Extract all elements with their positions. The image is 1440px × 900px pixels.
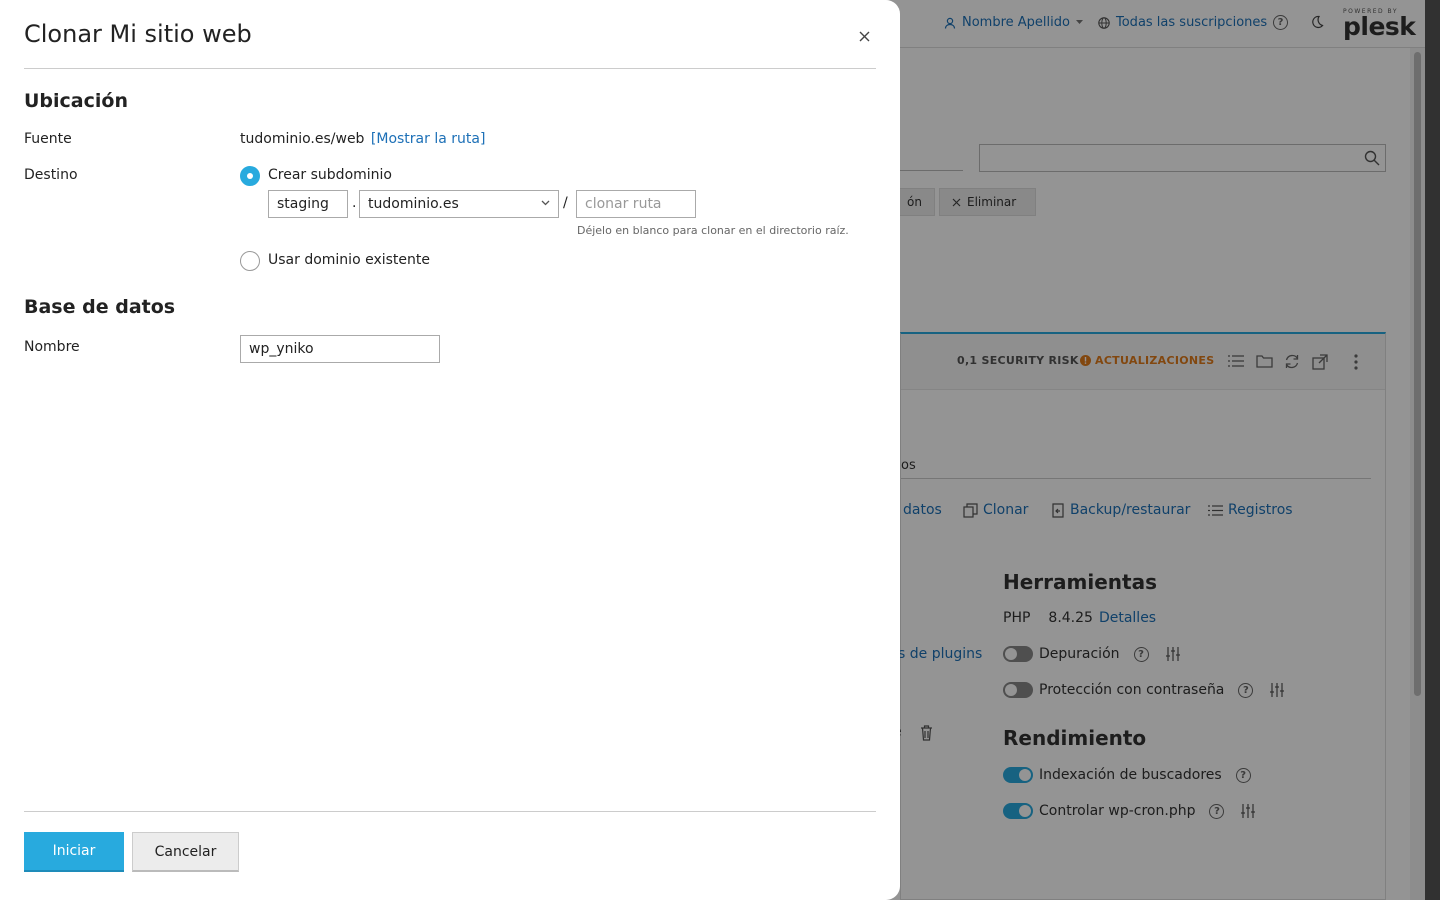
path-hint: Déjelo en blanco para clonar en el direc… (577, 224, 849, 237)
footer-divider (24, 811, 876, 812)
database-heading: Base de datos (24, 296, 176, 318)
clone-dialog: Clonar Mi sitio web Ubicación Fuente tud… (0, 0, 900, 900)
location-heading: Ubicación (24, 90, 128, 112)
close-button[interactable] (853, 25, 875, 47)
cancel-button[interactable]: Cancelar (132, 832, 239, 872)
radio-create-subdomain[interactable] (240, 166, 260, 186)
close-icon (859, 31, 869, 41)
domain-select[interactable]: tudominio.es (359, 190, 559, 218)
domain-select-value: tudominio.es (368, 196, 459, 212)
source-value: tudominio.es/web [Mostrar la ruta] (240, 131, 485, 147)
radio-existing-domain[interactable] (240, 251, 260, 271)
chevron-down-icon (541, 200, 550, 206)
dot-separator: . (352, 195, 357, 211)
clone-path-input[interactable] (576, 190, 696, 218)
create-subdomain-label[interactable]: Crear subdominio (268, 167, 392, 183)
start-button[interactable]: Iniciar (24, 832, 124, 872)
database-name-input[interactable] (240, 335, 440, 363)
source-label: Fuente (24, 131, 72, 147)
header-divider (24, 68, 876, 69)
existing-domain-label[interactable]: Usar dominio existente (268, 252, 430, 268)
database-name-label: Nombre (24, 339, 80, 355)
subdomain-input[interactable] (268, 190, 348, 218)
source-path: tudominio.es/web (240, 131, 365, 147)
slash-separator: / (563, 195, 568, 211)
destination-label: Destino (24, 167, 78, 183)
show-path-link[interactable]: [Mostrar la ruta] (371, 131, 486, 147)
dialog-title: Clonar Mi sitio web (24, 20, 252, 48)
